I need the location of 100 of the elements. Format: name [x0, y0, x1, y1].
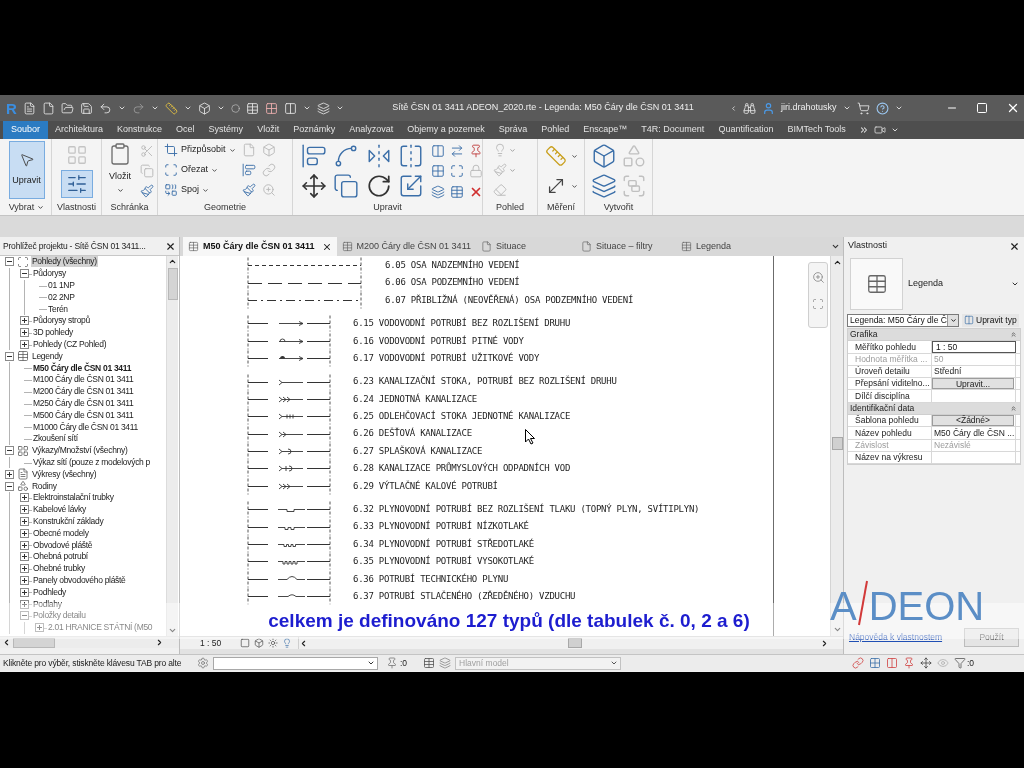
type-dropdown[interactable]: Legenda: M50 Čáry dle Č	[847, 313, 959, 327]
scrollbar-thumb[interactable]	[13, 637, 55, 648]
tree-item[interactable]: M500 Čáry dle ČSN 01 3411	[32, 409, 135, 421]
tree-item[interactable]: 02 2NP	[47, 291, 76, 303]
ribbon-tab[interactable]: BIMTech Tools	[780, 121, 853, 139]
clipboard-icon[interactable]	[108, 141, 132, 167]
ribbon-tab[interactable]: Konstrukce	[110, 121, 170, 139]
expand-toggle[interactable]	[20, 316, 29, 326]
scroll-up-icon[interactable]	[832, 258, 842, 267]
collapse-toggle[interactable]	[5, 351, 14, 361]
scrollbar-thumb[interactable]	[167, 268, 178, 300]
tree-item[interactable]: Podhledy	[32, 586, 68, 598]
square-icon[interactable]	[240, 638, 250, 648]
paste-button[interactable]: Vložit	[106, 141, 134, 197]
caret-icon[interactable]	[890, 126, 899, 134]
ribbon-tab[interactable]: Ocel	[169, 121, 202, 139]
caret-icon[interactable]	[1011, 280, 1019, 288]
combine-icon[interactable]	[164, 183, 178, 197]
user-name[interactable]: jiri.drahotusky	[781, 101, 837, 115]
layers-icon[interactable]	[591, 173, 617, 199]
cube-icon[interactable]	[197, 101, 211, 115]
view-tab[interactable]: Situace – filtry	[576, 237, 676, 256]
geometry-tool-button[interactable]: Spoj	[164, 182, 236, 198]
sun-icon[interactable]	[268, 638, 278, 648]
help-icon[interactable]	[875, 101, 889, 115]
zoom-in-icon[interactable]	[811, 271, 825, 284]
collapse-toggle[interactable]	[5, 257, 14, 267]
expand-toggle[interactable]	[20, 587, 29, 597]
expand-toggle[interactable]	[20, 516, 29, 526]
move-icon[interactable]	[301, 173, 327, 199]
rotate-icon[interactable]	[365, 173, 392, 199]
tree-item[interactable]: Legendy	[31, 350, 64, 362]
tree-item[interactable]: Výkaz sítí (pouze z modelových p	[32, 456, 151, 468]
view-scale-field[interactable]: 1 : 50	[932, 341, 1016, 353]
grid-icon[interactable]	[17, 444, 29, 457]
tree-item[interactable]: Půdorysy	[32, 268, 68, 280]
grid-icon[interactable]	[868, 657, 881, 669]
user-icon[interactable]	[762, 101, 775, 115]
properties-button[interactable]	[60, 170, 93, 198]
ribbon-tab[interactable]: Pohled	[534, 121, 577, 139]
open-folder-icon[interactable]	[60, 101, 74, 115]
maximize-icon[interactable]	[976, 102, 988, 114]
tree-item[interactable]: Panely obvodového pláště	[32, 574, 127, 586]
grid-icon[interactable]	[430, 164, 445, 179]
expand-toggle[interactable]	[35, 623, 44, 633]
type-selector[interactable]: Legenda	[844, 255, 1024, 313]
paintbrush-icon[interactable]	[241, 183, 256, 197]
view-tab[interactable]: M200 Čáry dle ČSN 01 3411	[336, 237, 476, 256]
view-tab[interactable]: M50 Čáry dle ČSN 01 3411	[183, 237, 337, 256]
tree-item[interactable]: Ohebná potrubí	[32, 551, 89, 563]
table-icon[interactable]	[245, 101, 259, 115]
scroll-down-icon[interactable]	[832, 625, 842, 634]
tree-item[interactable]: M1000 Čáry dle ČSN 01 3411	[32, 421, 139, 433]
section-header[interactable]: Grafika	[850, 328, 878, 342]
scroll-left-icon[interactable]	[299, 638, 308, 648]
collapse-toggle[interactable]	[5, 446, 14, 456]
new-file-icon[interactable]	[41, 101, 55, 115]
copy-icon[interactable]	[333, 173, 360, 199]
layers-icon[interactable]	[430, 184, 445, 199]
edit-type-button[interactable]: Upravit typ	[962, 313, 1019, 327]
collapse-toggle[interactable]	[20, 611, 29, 621]
table-icon[interactable]	[449, 184, 464, 199]
columns-icon[interactable]	[430, 144, 445, 158]
columns-icon[interactable]	[964, 315, 974, 325]
redo-icon[interactable]	[131, 101, 145, 115]
expand-toggle[interactable]	[20, 575, 29, 585]
columns-icon[interactable]	[283, 101, 297, 115]
scroll-right-icon[interactable]	[155, 638, 164, 647]
ribbon-tab[interactable]: Poznámky	[286, 121, 343, 139]
layers-icon[interactable]	[439, 657, 452, 669]
ruler-icon[interactable]	[544, 145, 568, 167]
expand-toggle[interactable]	[20, 564, 29, 574]
tree-item[interactable]: 3D pohledy	[32, 327, 74, 339]
ribbon-tab[interactable]: T4R: Document	[634, 121, 712, 139]
tree-item[interactable]: Terén	[47, 303, 69, 315]
tree-item[interactable]: Konstrukční základy	[32, 515, 105, 527]
scrollbar-thumb[interactable]	[831, 437, 843, 450]
view-tab[interactable]: Legenda	[676, 237, 776, 256]
cart-icon[interactable]	[856, 101, 870, 115]
expand-toggle[interactable]	[20, 540, 29, 550]
tree-item[interactable]: Elektroinstalační trubky	[32, 492, 115, 504]
collapse-icon[interactable]	[1010, 331, 1017, 339]
binoculars-icon[interactable]	[743, 101, 756, 115]
ribbon-tab[interactable]: Objemy a pozemek	[400, 121, 492, 139]
tree-item[interactable]: M250 Čáry dle ČSN 01 3411	[32, 397, 135, 409]
camera-icon[interactable]	[873, 124, 886, 136]
modify-tool-button[interactable]: Upravit	[8, 141, 45, 199]
tree-item[interactable]: Kabelové lávky	[32, 504, 87, 516]
close-icon[interactable]	[1006, 101, 1020, 115]
table-icon[interactable]	[17, 350, 29, 363]
crop-icon[interactable]	[164, 143, 178, 157]
tree-item[interactable]: M50 Čáry dle ČSN 01 3411	[32, 362, 133, 374]
view-scale[interactable]: 1 : 50	[200, 636, 240, 650]
save-icon[interactable]	[79, 101, 93, 115]
scroll-down-icon[interactable]	[168, 626, 177, 635]
ribbon-tab[interactable]: Analyzovat	[342, 121, 401, 139]
ruler-icon[interactable]	[164, 101, 178, 115]
tree-item[interactable]: Pohledy (CZ Pohled)	[32, 338, 108, 350]
tree-item[interactable]: Podlahy	[32, 598, 63, 610]
tree-item[interactable]: 01 1NP	[47, 280, 76, 291]
